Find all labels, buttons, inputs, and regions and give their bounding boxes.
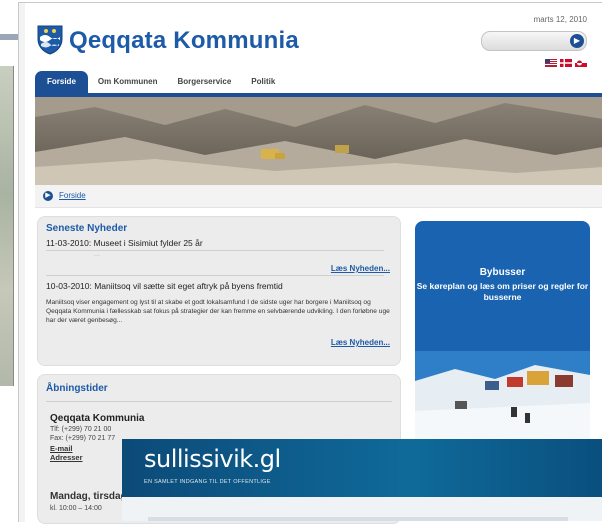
- addresses-link[interactable]: Adresser: [50, 453, 83, 462]
- current-date: marts 12, 2010: [533, 15, 587, 24]
- bus-title: Bybusser: [479, 267, 526, 278]
- arrow-right-icon[interactable]: ▶: [570, 34, 584, 48]
- background-map-image: [0, 66, 14, 386]
- tab-om-kommunen[interactable]: Om Kommunen: [88, 71, 168, 93]
- flag-danish-icon[interactable]: [560, 59, 572, 67]
- news-title: Seneste Nyheder: [46, 223, 128, 234]
- flag-english-icon[interactable]: [545, 59, 557, 67]
- divider: [46, 275, 384, 276]
- tab-forside[interactable]: Forside: [35, 71, 88, 93]
- email-link[interactable]: E-mail: [50, 444, 73, 453]
- shield-icon: [37, 25, 63, 55]
- news-panel: Seneste Nyheder 11-03-2010: Museet i Sis…: [37, 216, 401, 366]
- tab-borgerservice[interactable]: Borgerservice: [167, 71, 241, 93]
- overlay-content-bar: [148, 517, 568, 521]
- arrow-right-icon: ▶: [43, 191, 53, 201]
- site-title[interactable]: Qeqqata Kommunia: [69, 27, 299, 55]
- separator-dots: ···: [94, 253, 100, 259]
- flag-greenlandic-icon[interactable]: [575, 59, 587, 67]
- city-bus-banner[interactable]: Bybusser Se køreplan og læs om priser og…: [415, 221, 590, 447]
- hero-image: [35, 97, 602, 185]
- search-input[interactable]: ▶: [481, 31, 587, 51]
- breadcrumb: ▶ Forside: [35, 185, 602, 208]
- sullissivik-overlay: sullissivik.gl EN SAMLET INDGANG TIL DET…: [122, 439, 602, 521]
- main-nav: Forside Om Kommunen Borgerservice Politi…: [35, 69, 285, 93]
- news-headline[interactable]: 10-03-2010: Maniitsoq vil sætte sit eget…: [46, 281, 283, 291]
- bus-subtitle: Se køreplan og læs om priser og regler f…: [416, 281, 589, 302]
- overlay-site-title[interactable]: sullissivik.gl: [144, 445, 281, 473]
- bus-banner-text: Bybusser Se køreplan og læs om priser og…: [415, 267, 590, 303]
- news-body: Maniitsoq viser engagement og lyst til a…: [46, 299, 390, 324]
- opening-time: kl. 10:00 – 14:00: [50, 505, 102, 512]
- bus-town-photo: [415, 351, 590, 447]
- opening-days: Mandag, tirsdag: [50, 491, 127, 502]
- divider: [46, 250, 384, 251]
- read-more-link[interactable]: Læs Nyheden...: [331, 264, 390, 273]
- organization-name: Qeqqata Kommunia: [50, 413, 145, 424]
- fax-number: Fax: (+299) 70 21 77: [50, 435, 116, 442]
- breadcrumb-link-forside[interactable]: Forside: [59, 191, 86, 200]
- phone-number: Tlf: (+299) 70 21 00: [50, 426, 112, 433]
- overlay-tagline: EN SAMLET INDGANG TIL DET OFFENTLIGE: [144, 479, 271, 485]
- news-headline[interactable]: 11-03-2010: Museet i Sisimiut fylder 25 …: [46, 238, 203, 248]
- language-flags: [545, 59, 587, 67]
- divider: [46, 401, 392, 402]
- read-more-link[interactable]: Læs Nyheden...: [331, 338, 390, 347]
- opening-hours-title: Åbningstider: [46, 383, 108, 394]
- tab-politik[interactable]: Politik: [241, 71, 285, 93]
